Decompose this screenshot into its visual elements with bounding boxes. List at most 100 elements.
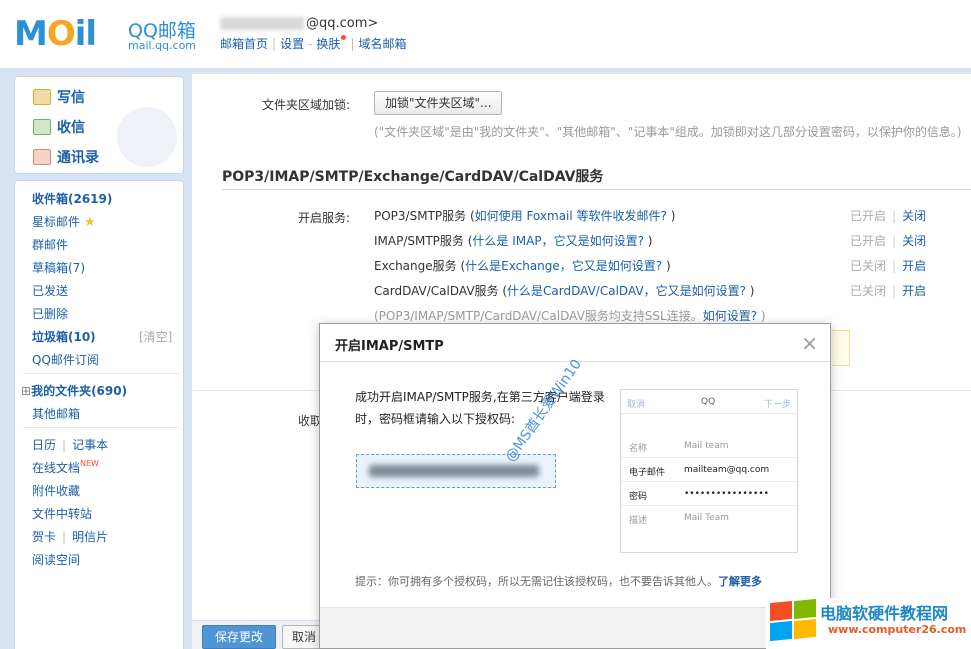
blurred-auth-code [369, 465, 539, 477]
brand-title: 电脑软硬件教程网 [820, 604, 949, 623]
phone-next: 下一步 [763, 400, 791, 410]
phone-row-description: 描述 Mail Team [621, 506, 797, 530]
sidebar-quick-actions: 写信 收信 通讯录 [14, 76, 184, 174]
service-help-link[interactable]: 什么是Exchange，它又是如何设置? [465, 259, 662, 273]
service-pop3: POP3/SMTP服务 (如何使用 Foxmail 等软件收发邮件? ) [374, 207, 675, 224]
nav-mail-home[interactable]: 邮箱首页 [220, 37, 268, 51]
site-watermark: 电脑软硬件教程网 www.computer26.com [766, 598, 971, 649]
calendar-link[interactable]: 日历 [32, 438, 56, 452]
ssl-note-text: (POP3/IMAP/SMTP/CardDAV/CalDAV服务均支持SSL连接… [374, 309, 703, 323]
service-help-link[interactable]: 什么是 IMAP，它又是如何设置? [472, 234, 644, 248]
file-transfer-link[interactable]: 文件中转站 [32, 505, 92, 522]
paren: ) [745, 284, 755, 298]
folder-lock-label: 文件夹区域加锁: [262, 98, 351, 112]
paren: ) [643, 234, 653, 248]
folder-subscribe[interactable]: QQ邮件订阅 [32, 351, 99, 368]
contacts-icon [33, 149, 51, 165]
service-toggle-link[interactable]: 关闭 [902, 234, 926, 248]
folder-deleted[interactable]: 已删除 [32, 305, 68, 322]
logo-moil-text: MOil [14, 14, 97, 54]
row-value: Mail Team [684, 513, 729, 523]
service-name: POP3/SMTP服务 ( [374, 209, 475, 223]
folder-inbox[interactable]: 收件箱(2619) [32, 190, 112, 207]
section-title: POP3/IMAP/SMTP/Exchange/CardDAV/CalDAV服务 [222, 169, 604, 185]
row-key: 名称 [629, 444, 648, 454]
nav-domain-mail[interactable]: 域名邮箱 [358, 37, 406, 51]
service-carddav: CardDAV/CalDAV服务 (什么是CardDAV/CalDAV，它又是如… [374, 282, 754, 299]
service-imap-state: 已开启 | 关闭 [850, 234, 927, 248]
folder-group[interactable]: 群邮件 [32, 236, 68, 253]
row-value: mailteam@qq.com [684, 465, 770, 475]
penguin-watermark-icon [117, 107, 177, 167]
state-label: 已开启 [850, 234, 887, 248]
blurred-username [220, 17, 304, 30]
section-divider [222, 189, 971, 190]
receive-button[interactable]: 收信 [33, 117, 85, 137]
header: MOil QQ邮箱 mail.qq.com @qq.com> 邮箱首页 | 设置 - 换… [0, 0, 971, 68]
service-toggle-link[interactable]: 关闭 [902, 209, 926, 223]
save-button[interactable]: 保存更改 [202, 625, 276, 649]
nav-skin[interactable]: 换肤 [316, 37, 340, 51]
junk-clear-link[interactable]: [清空] [139, 328, 172, 345]
paren: ) [757, 309, 766, 323]
postcards-link[interactable]: 明信片 [72, 530, 108, 544]
phone-cancel: 取消 [627, 400, 646, 410]
cards-link[interactable]: 贺卡 [32, 530, 56, 544]
phone-row-password: 密码 •••••••••••••••• [621, 482, 797, 506]
expand-icon[interactable]: ⊞ [21, 384, 31, 398]
folder-lock-button[interactable]: 加锁"文件夹区域"... [374, 91, 503, 115]
top-nav: 邮箱首页 | 设置 - 换肤 | 域名邮箱 [220, 35, 407, 51]
phone-title: QQ [701, 397, 716, 407]
dialog-header: 开启IMAP/SMTP × [320, 324, 830, 362]
online-docs-label: 在线文档 [32, 461, 81, 475]
receive-label: 收信 [57, 120, 85, 136]
enable-service-label: 开启服务: [298, 211, 351, 225]
ssl-help-link[interactable]: 如何设置? [703, 309, 757, 323]
contacts-button[interactable]: 通讯录 [33, 147, 99, 167]
service-help-link[interactable]: 什么是CardDAV/CalDAV，它又是如何设置? [507, 284, 746, 298]
row-value: Mail team [684, 441, 729, 451]
star-icon: ★ [83, 215, 96, 230]
dialog-hint: 提示：你可拥有多个授权码，所以无需记住该授权码，也不要告诉其他人。了解更多 [355, 573, 762, 589]
service-toggle-link[interactable]: 开启 [902, 259, 926, 273]
learn-more-link[interactable]: 了解更多 [718, 575, 762, 588]
auth-code-box[interactable] [356, 454, 556, 488]
row-key: 描述 [629, 516, 648, 526]
folder-drafts[interactable]: 草稿箱(7) [32, 259, 85, 276]
row-key: 电子邮件 [629, 468, 666, 478]
dialog-footer [320, 607, 830, 648]
inbox-download-icon [33, 119, 51, 135]
folder-starred[interactable]: 星标邮件 ★ [32, 213, 96, 230]
service-carddav-state: 已关闭 | 开启 [850, 284, 927, 298]
compose-button[interactable]: 写信 [33, 87, 85, 107]
folder-my-folders[interactable]: ⊞我的文件夹(690) [21, 382, 127, 399]
service-toggle-link[interactable]: 开启 [902, 284, 926, 298]
dialog-message: 成功开启IMAP/SMTP服务,在第三方客户端登录时，密码框请输入以下授权码: [355, 390, 605, 426]
email-suffix: @qq.com> [306, 16, 379, 31]
close-icon[interactable]: × [801, 331, 818, 355]
phone-row-name: 名称 Mail team [621, 434, 797, 458]
new-badge: NEW [80, 459, 99, 468]
cards-postcards: 贺卡 | 明信片 [32, 530, 109, 544]
windows-logo-icon [768, 598, 816, 642]
attachments-link[interactable]: 附件收藏 [32, 482, 80, 499]
state-label: 已开启 [850, 209, 887, 223]
folder-other-mail[interactable]: 其他邮箱 [32, 405, 80, 422]
junk-clear-label: [清空] [139, 330, 173, 344]
folder-junk[interactable]: 垃圾箱(10) [32, 328, 96, 345]
compose-label: 写信 [57, 90, 85, 106]
my-folders-label: 我的文件夹(690) [31, 384, 128, 398]
phone-row-email: 电子邮件 mailteam@qq.com [621, 458, 797, 482]
brand-url: www.computer26.com [828, 623, 967, 636]
notepad-link[interactable]: 记事本 [72, 438, 108, 452]
pen-icon [33, 89, 51, 105]
nav-settings[interactable]: 设置 [280, 37, 304, 51]
reading-space-link[interactable]: 阅读空间 [32, 551, 80, 568]
service-help-link[interactable]: 如何使用 Foxmail 等软件收发邮件? [475, 209, 667, 223]
folder-sent[interactable]: 已发送 [32, 282, 68, 299]
online-docs-link[interactable]: 在线文档NEW [32, 459, 99, 476]
state-label: 已关闭 [850, 259, 887, 273]
qqmail-logo[interactable]: MOil QQ邮箱 mail.qq.com [14, 14, 204, 54]
notice-box [832, 330, 850, 366]
service-exchange-state: 已关闭 | 开启 [850, 259, 927, 273]
